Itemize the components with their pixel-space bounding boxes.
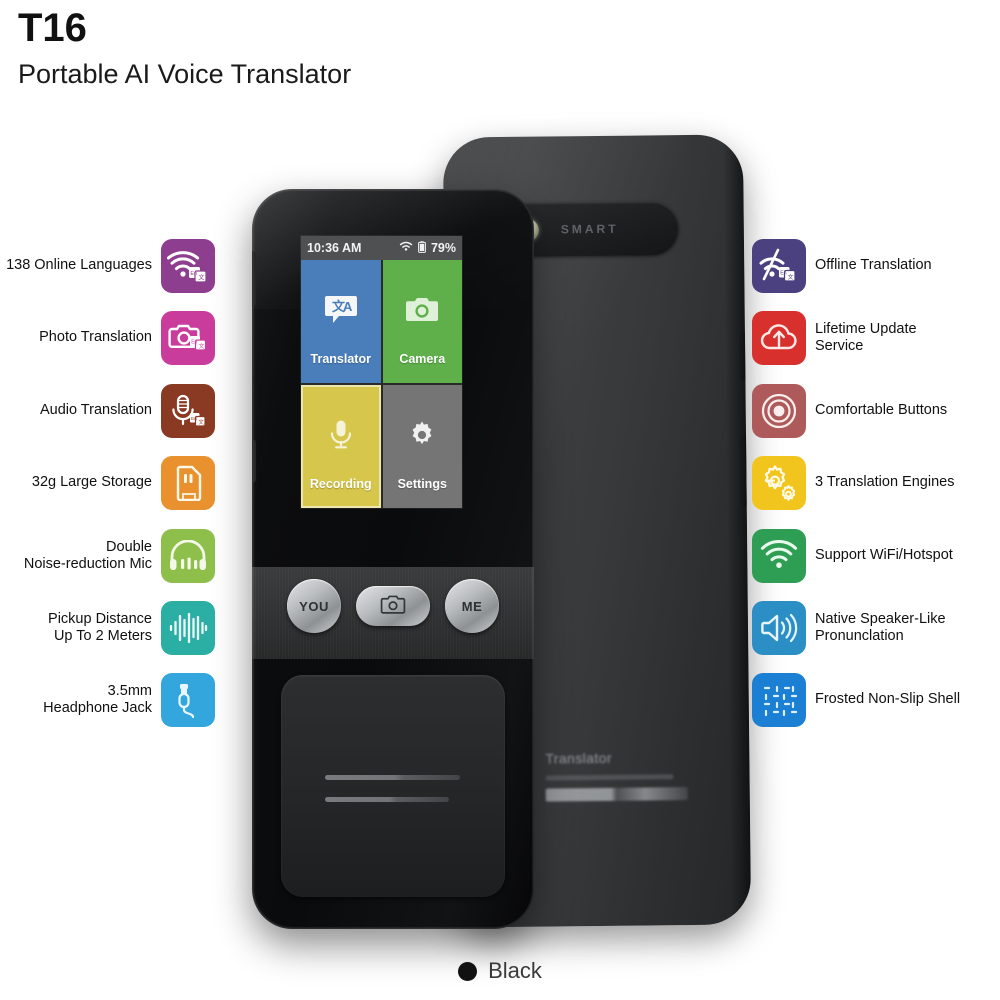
feature-comfortable-buttons[interactable]: Comfortable Buttons [752, 383, 947, 439]
page-header: T16 Portable AI Voice Translator [18, 8, 351, 90]
camera-translate-icon: En 文 [161, 311, 215, 365]
app-label: Translator [310, 352, 371, 366]
gear-icon [407, 420, 437, 455]
you-button[interactable]: YOU [287, 579, 341, 633]
svg-text:En: En [191, 340, 197, 346]
waveform-icon [161, 601, 215, 655]
feature-label: 3 Translation Engines [815, 474, 955, 491]
grille-line [325, 775, 460, 780]
camera-icon [405, 296, 439, 329]
translate-icon: 文 A [323, 294, 359, 331]
app-label: Recording [309, 477, 372, 491]
front-side-button-top[interactable] [252, 251, 256, 307]
svg-text:En: En [780, 271, 786, 277]
feature-storage[interactable]: 32g Large Storage [32, 455, 215, 511]
feature-label: Native Speaker-Like Pronunclation [815, 610, 946, 644]
page-title: T16 [18, 6, 87, 50]
me-button[interactable]: ME [445, 579, 499, 633]
app-label: Settings [397, 477, 447, 491]
back-certification-marks [545, 787, 688, 802]
feature-label: Support WiFi/Hotspot [815, 547, 953, 564]
grille-line [325, 797, 449, 802]
svg-text:En: En [191, 416, 197, 422]
camera-icon [380, 595, 406, 618]
device-front-view: 10:36 AM 79% 文 A Translator Camera Recor… [252, 189, 534, 929]
headphones-icon [161, 529, 215, 583]
camera-shutter-button[interactable] [356, 586, 430, 626]
infographic-canvas: T16 Portable AI Voice Translator SMART T… [0, 0, 1000, 1000]
app-grid: 文 A Translator Camera Recording Settings [301, 260, 462, 508]
app-label: Camera [399, 352, 446, 366]
status-time: 10:36 AM [307, 241, 362, 255]
wifi-translate-icon: En 文 [161, 239, 215, 293]
status-bar: 10:36 AM 79% [301, 236, 462, 260]
headphone-jack-icon [161, 673, 215, 727]
svg-text:文: 文 [199, 342, 205, 350]
feature-translation-engines[interactable]: 3 Translation Engines [752, 455, 954, 511]
battery-icon [418, 240, 426, 256]
status-indicators: 79% [399, 240, 456, 256]
battery-percent: 79% [430, 241, 456, 255]
app-tile-settings[interactable]: Settings [382, 385, 462, 508]
color-swatch-label: Black [488, 958, 542, 983]
feature-wifi-hotspot[interactable]: Support WiFi/Hotspot [752, 528, 953, 584]
control-button-row: YOU ME [252, 579, 534, 643]
back-label-print: Translator [545, 749, 696, 802]
svg-text:A: A [343, 299, 353, 314]
app-tile-camera[interactable]: Camera [382, 260, 462, 383]
button-circle-icon [752, 384, 806, 438]
feature-photo-translation[interactable]: Photo Translation En 文 [39, 310, 215, 366]
speaker-volume-icon [752, 601, 806, 655]
you-button-label: YOU [299, 598, 329, 614]
microphone-icon [328, 419, 354, 456]
feature-pronunciation[interactable]: Native Speaker-Like Pronunclation [752, 600, 946, 656]
feature-online-languages[interactable]: 138 Online Languages En 文 [6, 238, 215, 294]
feature-lifetime-update[interactable]: Lifetime Update Service [752, 310, 917, 366]
feature-offline-translation[interactable]: En 文 Offline Translation [752, 238, 932, 294]
front-side-button-bottom[interactable] [252, 439, 256, 483]
feature-label: 138 Online Languages [6, 257, 152, 274]
color-swatch-dot [458, 961, 478, 981]
back-print-line [545, 774, 674, 781]
page-subtitle: Portable AI Voice Translator [18, 59, 352, 89]
microphone-translate-icon: En 文 [161, 384, 215, 438]
wifi-icon [399, 241, 413, 255]
app-tile-translator[interactable]: 文 A Translator [301, 260, 381, 383]
cloud-upload-icon [752, 311, 806, 365]
back-print-title: Translator [545, 749, 612, 767]
feature-label: Double Noise-reduction Mic [23, 538, 152, 572]
feature-label: Audio Translation [39, 402, 152, 419]
svg-text:文: 文 [788, 273, 794, 281]
speaker-grille [325, 775, 460, 802]
feature-label: Pickup Distance Up To 2 Meters [48, 610, 152, 644]
feature-label: Offline Translation [815, 257, 932, 274]
feature-label: 3.5mm Headphone Jack [43, 682, 152, 716]
color-option[interactable]: Black [0, 958, 1000, 984]
me-button-label: ME [461, 598, 483, 614]
svg-text:文: 文 [198, 274, 204, 282]
sd-card-icon [161, 456, 215, 510]
device-screen[interactable]: 10:36 AM 79% 文 A Translator Camera Recor… [301, 236, 462, 508]
feature-label: Comfortable Buttons [815, 402, 948, 419]
feature-label: Photo Translation [39, 329, 152, 346]
frosted-grid-icon [752, 673, 806, 727]
feature-pickup-distance[interactable]: Pickup Distance Up To 2 Meters [48, 600, 215, 656]
svg-text:文: 文 [198, 418, 204, 426]
feature-frosted-shell[interactable]: Frosted Non-Slip Shell [752, 672, 960, 728]
app-tile-recording[interactable]: Recording [301, 385, 381, 508]
wifi-off-translate-icon: En 文 [752, 239, 806, 293]
speaker-panel [281, 675, 505, 897]
feature-noise-reduction-mic[interactable]: Double Noise-reduction Mic [24, 528, 215, 584]
feature-headphone-jack[interactable]: 3.5mm Headphone Jack [43, 672, 215, 728]
brand-text: SMART [560, 221, 619, 237]
feature-audio-translation[interactable]: Audio Translation En 文 [40, 383, 215, 439]
feature-label: Lifetime Update Service [815, 320, 917, 354]
feature-label: Frosted Non-Slip Shell [815, 691, 961, 708]
gears-icon [752, 456, 806, 510]
svg-text:En: En [190, 271, 197, 277]
feature-label: 32g Large Storage [31, 474, 152, 491]
wifi-icon [752, 529, 806, 583]
